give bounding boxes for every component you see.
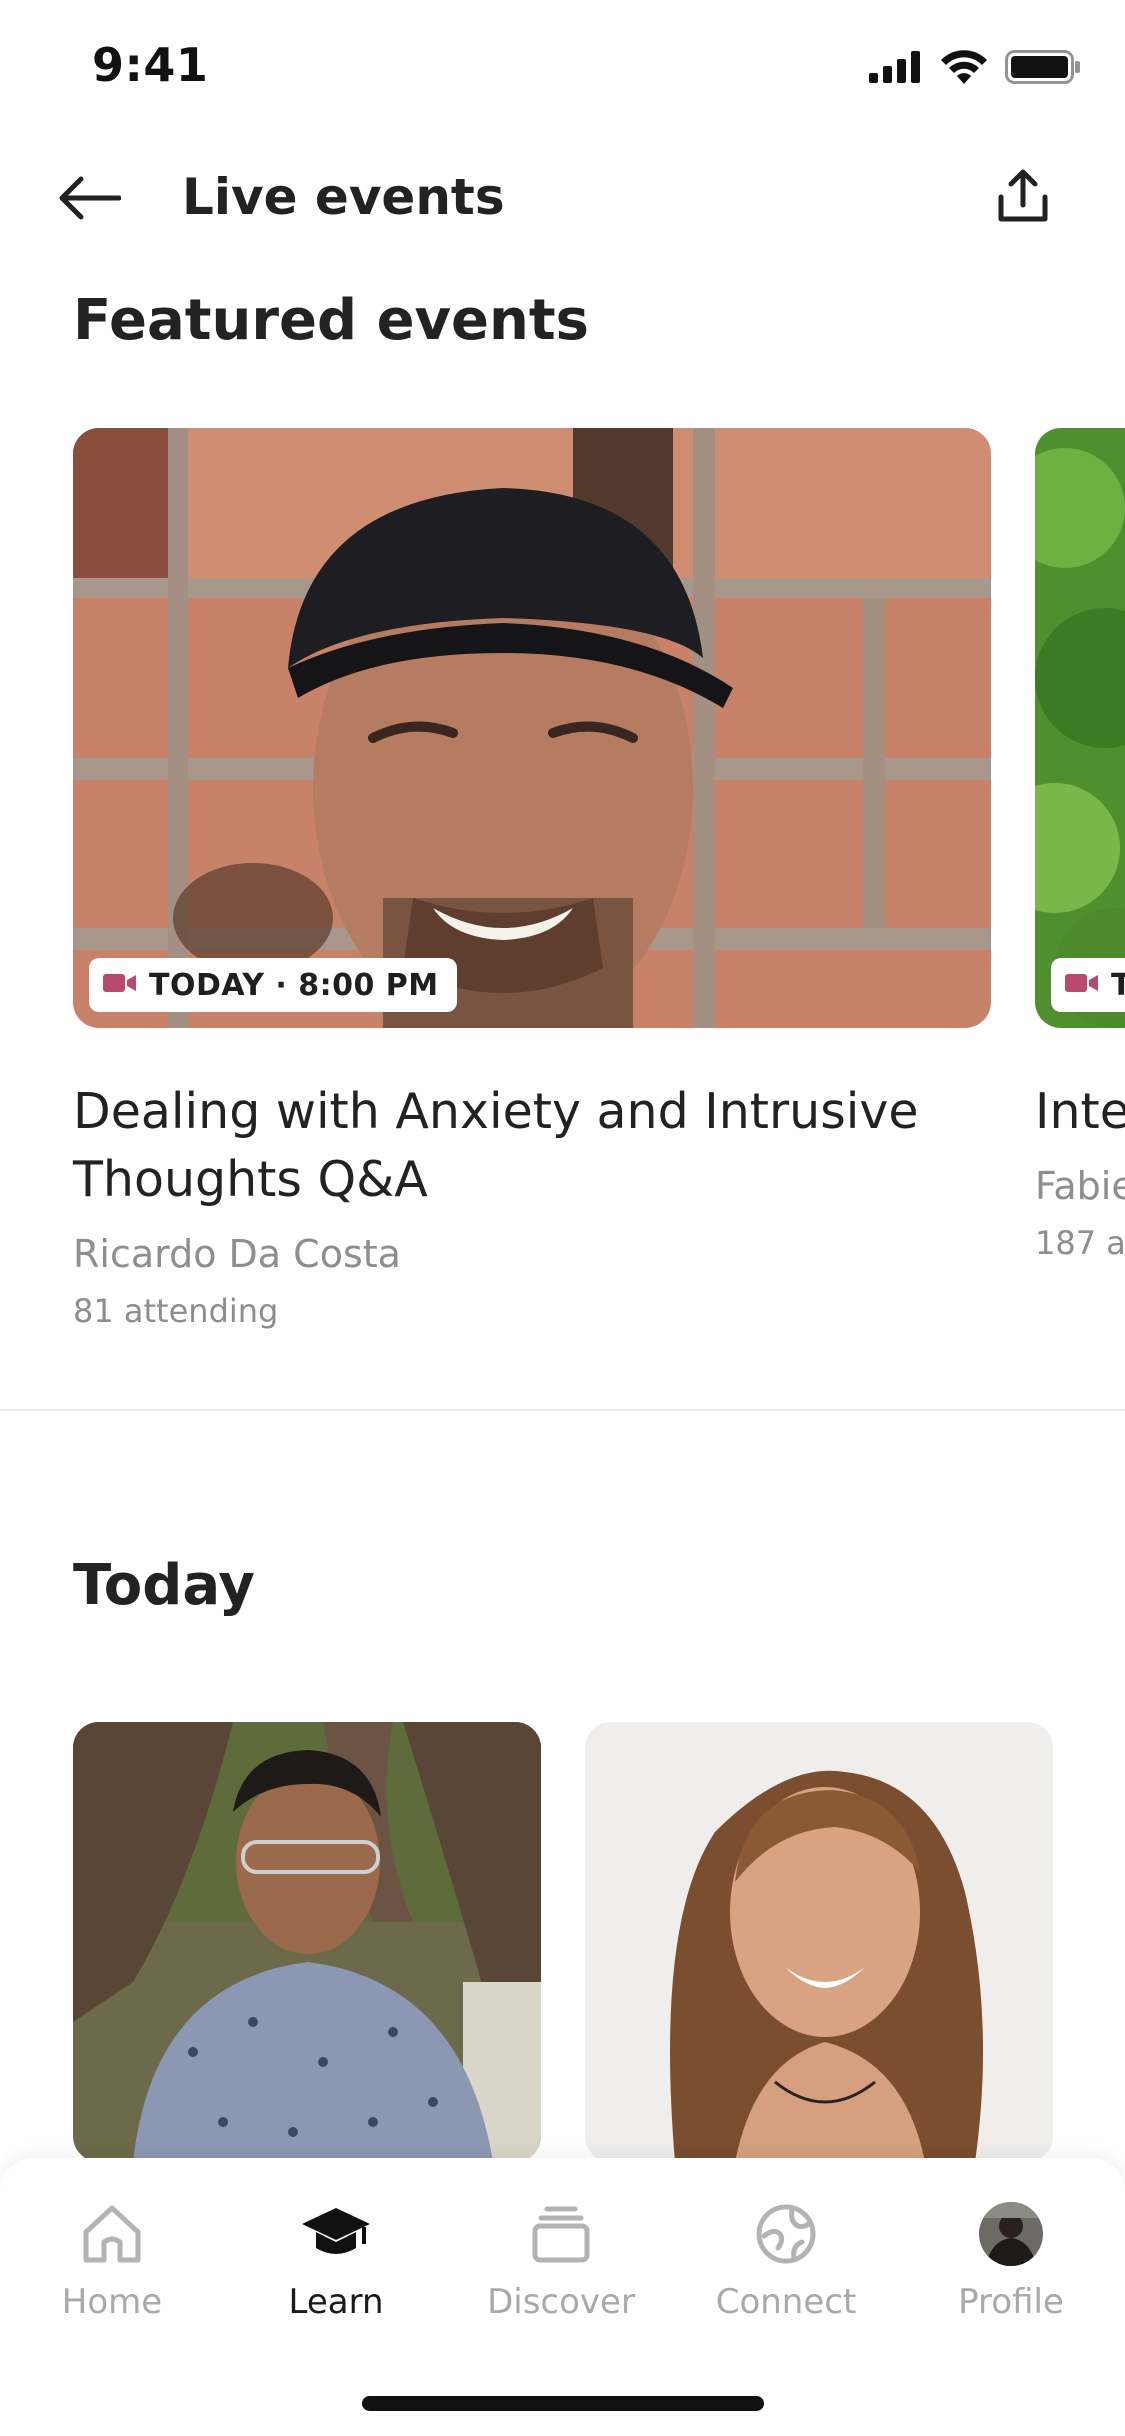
- globe-icon: [750, 2198, 822, 2270]
- back-button[interactable]: [54, 172, 126, 228]
- tab-label-learn: Learn: [288, 2282, 384, 2322]
- home-icon: [76, 2198, 148, 2270]
- today-event-photo-2: [585, 1722, 1053, 2162]
- cellular-signal-icon: [869, 51, 923, 87]
- today-event-card-2[interactable]: [585, 1722, 1053, 2162]
- event-host: Ricardo Da Costa: [73, 1232, 401, 1276]
- event-host-photo-2: T: [1035, 428, 1125, 1028]
- tab-bar: Home Learn Discover Connect Profile: [0, 2158, 1125, 2436]
- video-camera-icon: [103, 972, 137, 998]
- home-indicator: [362, 2396, 764, 2411]
- status-time: 9:41: [92, 38, 209, 92]
- share-upload-icon: [997, 169, 1049, 227]
- featured-event-card-2[interactable]: T Inte Fabie 187 at: [1035, 428, 1125, 1262]
- status-icons: [869, 50, 1081, 88]
- tab-home[interactable]: Home: [12, 2198, 212, 2328]
- section-divider: [0, 1409, 1125, 1411]
- event-time-badge: TODAY · 8:00 PM: [89, 958, 457, 1012]
- event-attending-count-2: 187 at: [1035, 1224, 1125, 1262]
- featured-event-card-peek-clip: T Inte Fabie 187 at: [1035, 428, 1125, 1388]
- tab-discover[interactable]: Discover: [461, 2198, 661, 2328]
- featured-event-card[interactable]: TODAY · 8:00 PM Dealing with Anxiety and…: [73, 428, 991, 1330]
- avatar-icon: [975, 2198, 1047, 2270]
- event-host-photo: TODAY · 8:00 PM: [73, 428, 991, 1028]
- stack-cards-icon: [525, 2198, 597, 2270]
- graduation-cap-icon: [300, 2198, 372, 2270]
- share-button[interactable]: [991, 166, 1055, 230]
- featured-section-title: Featured events: [73, 288, 590, 353]
- header: Live events: [0, 150, 1125, 250]
- page-title: Live events: [182, 168, 505, 226]
- wifi-icon: [941, 50, 987, 88]
- event-time-text: TODAY · 8:00 PM: [149, 967, 439, 1003]
- event-host-2: Fabie: [1035, 1164, 1125, 1208]
- tab-connect[interactable]: Connect: [686, 2198, 886, 2328]
- today-event-card-1[interactable]: [73, 1722, 541, 2162]
- today-event-photo-1: [73, 1722, 541, 2162]
- tab-label-connect: Connect: [715, 2282, 857, 2322]
- screen: 9:41 Live events Featured events TODAY ·…: [0, 0, 1125, 2436]
- tab-label-home: Home: [61, 2282, 163, 2322]
- event-title: Dealing with Anxiety and Intrusive Thoug…: [73, 1083, 919, 1208]
- event-time-text-2: T: [1111, 967, 1125, 1003]
- battery-icon: [1005, 50, 1081, 88]
- tab-profile[interactable]: Profile: [911, 2198, 1111, 2328]
- status-bar: 9:41: [0, 0, 1125, 132]
- video-camera-icon: [1065, 972, 1099, 998]
- tab-label-profile: Profile: [958, 2282, 1064, 2322]
- arrow-left-icon: [59, 176, 122, 224]
- event-title-2: Inte: [1035, 1083, 1125, 1140]
- tab-label-discover: Discover: [487, 2282, 635, 2322]
- today-section-title: Today: [73, 1553, 255, 1618]
- event-attending-count: 81 attending: [73, 1292, 279, 1330]
- tab-learn[interactable]: Learn: [236, 2198, 436, 2328]
- event-time-badge-2: T: [1051, 958, 1125, 1012]
